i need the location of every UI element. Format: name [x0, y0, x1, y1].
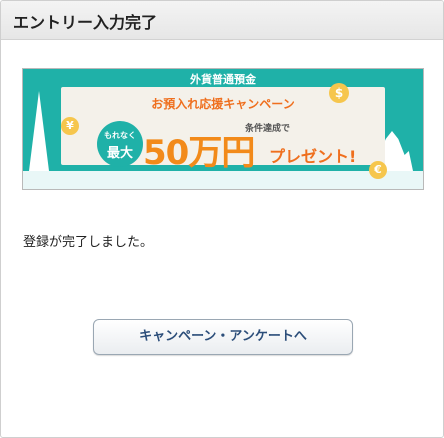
max-badge: もれなく 最大	[97, 121, 143, 167]
dollar-coin-icon: $	[329, 83, 349, 103]
amount-text: 50万円	[143, 133, 255, 173]
header-bar: エントリー入力完了	[1, 1, 443, 40]
badge-big-text: 最大	[106, 146, 133, 161]
campaign-survey-button[interactable]: キャンペーン・アンケートへ	[93, 319, 353, 355]
campaign-banner[interactable]: 外貨普通預金 お預入れ応援キャンペーン もれなく 最大 条件達成で 50万円 プ…	[22, 68, 424, 190]
euro-coin-icon: €	[369, 161, 387, 179]
banner-campaign-text: お預入れ応援キャンペーン	[151, 97, 295, 111]
page-frame: エントリー入力完了 外貨普通預金 お預入れ応援キャンペーン もれなく 最大 条件…	[0, 0, 444, 438]
present-text: プレゼント!	[269, 147, 357, 166]
page-title: エントリー入力完了	[13, 13, 158, 32]
badge-small-text: もれなく	[104, 131, 136, 140]
yen-coin-icon: ¥	[61, 117, 79, 135]
banner-top-text: 外貨普通預金	[190, 73, 256, 86]
completion-message: 登録が完了しました。	[23, 235, 154, 250]
